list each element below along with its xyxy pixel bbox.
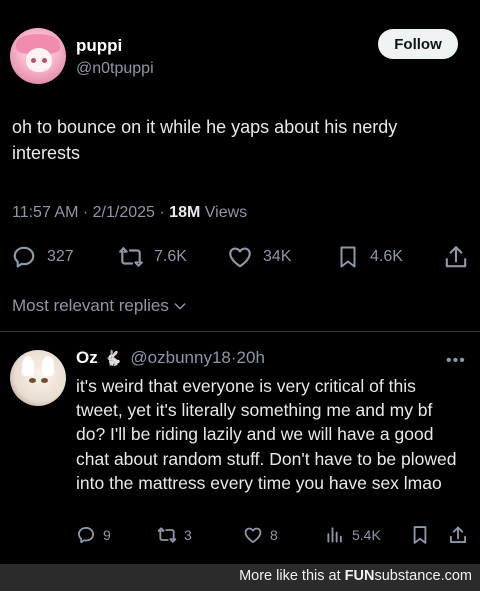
- like-button[interactable]: 34K: [227, 240, 291, 274]
- reply-share-button[interactable]: [448, 522, 468, 548]
- reply-age[interactable]: 20h: [237, 348, 265, 368]
- tweet-meta: 11:57 AM · 2/1/2025 · 18M Views: [12, 204, 247, 222]
- reply-repost-count: 3: [184, 527, 192, 543]
- reply-reply-count: 9: [103, 527, 111, 543]
- bookmark-button[interactable]: 4.6K: [336, 240, 403, 274]
- views-icon: [327, 527, 342, 543]
- watermark-footer: More like this at FUNsubstance.com: [0, 564, 480, 591]
- reply-like-count: 8: [270, 527, 278, 543]
- avatar[interactable]: [10, 28, 66, 84]
- tweet-actions: 327 7.6K 34K 4.6K: [0, 240, 480, 274]
- reply-like-button[interactable]: 8: [243, 522, 278, 548]
- like-count: 34K: [263, 248, 292, 265]
- bookmark-count: 4.6K: [370, 248, 403, 265]
- reply-views-count: 5.4K: [352, 527, 381, 543]
- reply-views-button[interactable]: 5.4K: [325, 522, 381, 548]
- avatar-eye: [42, 58, 47, 63]
- replies-sort-dropdown[interactable]: Most relevant replies: [12, 296, 188, 316]
- like-icon: [229, 247, 251, 268]
- reply-reply-button[interactable]: 9: [76, 522, 111, 548]
- avatar-eye: [41, 378, 48, 383]
- watermark-brand-rest: substance.com: [374, 568, 472, 584]
- reply-author-name[interactable]: Oz: [76, 348, 98, 368]
- repost-icon: [157, 527, 177, 543]
- avatar-ear: [42, 356, 54, 376]
- share-button[interactable]: [443, 240, 469, 274]
- reply-repost-button[interactable]: 3: [157, 522, 192, 548]
- repost-icon: [119, 247, 143, 267]
- share-icon: [445, 246, 467, 268]
- share-icon: [450, 526, 466, 543]
- avatar-ear: [22, 356, 34, 376]
- repost-count: 7.6K: [154, 248, 187, 265]
- reply-bookmark-button[interactable]: [410, 522, 430, 548]
- post-header: puppi @n0tpuppi Follow: [10, 28, 470, 88]
- rabbit-emoji: 🐇: [103, 350, 123, 367]
- separator: ·: [82, 204, 93, 221]
- like-icon: [244, 527, 262, 543]
- follow-button[interactable]: Follow: [378, 29, 458, 59]
- avatar-eye: [29, 378, 36, 383]
- author-handle[interactable]: @n0tpuppi: [76, 60, 154, 78]
- avatar-eye: [31, 58, 36, 63]
- repost-button[interactable]: 7.6K: [118, 240, 187, 274]
- reply-actions: 9 3 8 5.4K: [0, 522, 480, 548]
- reply-icon: [13, 246, 35, 268]
- views-label: Views: [204, 204, 248, 221]
- watermark-prefix: More like this at: [239, 568, 345, 584]
- reply-button[interactable]: 327: [11, 240, 74, 274]
- reply-author-handle[interactable]: @ozbunny18: [130, 348, 230, 368]
- bookmark-icon: [340, 246, 356, 268]
- tweet-text: oh to bounce on it while he yaps about h…: [12, 117, 398, 163]
- reply-header: Oz 🐇 @ozbunny18 · 20h: [76, 348, 265, 368]
- divider: [0, 331, 480, 332]
- reply-text: it's weird that everyone is very critica…: [76, 376, 457, 493]
- reply-icon: [78, 527, 95, 544]
- more-icon[interactable]: •••: [446, 352, 466, 370]
- views-count: 18M: [169, 204, 201, 221]
- reply-avatar[interactable]: [10, 350, 66, 406]
- avatar-face: [26, 48, 52, 72]
- chevron-down-icon: [174, 303, 186, 310]
- tweet-date[interactable]: 2/1/2025: [93, 204, 155, 221]
- tweet-time[interactable]: 11:57 AM: [12, 204, 78, 221]
- separator: ·: [159, 204, 170, 221]
- bookmark-icon: [413, 526, 427, 544]
- reply-count: 327: [47, 248, 74, 265]
- watermark-text[interactable]: More like this at FUNsubstance.com: [239, 568, 472, 584]
- author-name[interactable]: puppi: [76, 36, 122, 56]
- watermark-brand-fun: FUN: [344, 568, 375, 584]
- replies-sort-label: Most relevant replies: [12, 296, 169, 315]
